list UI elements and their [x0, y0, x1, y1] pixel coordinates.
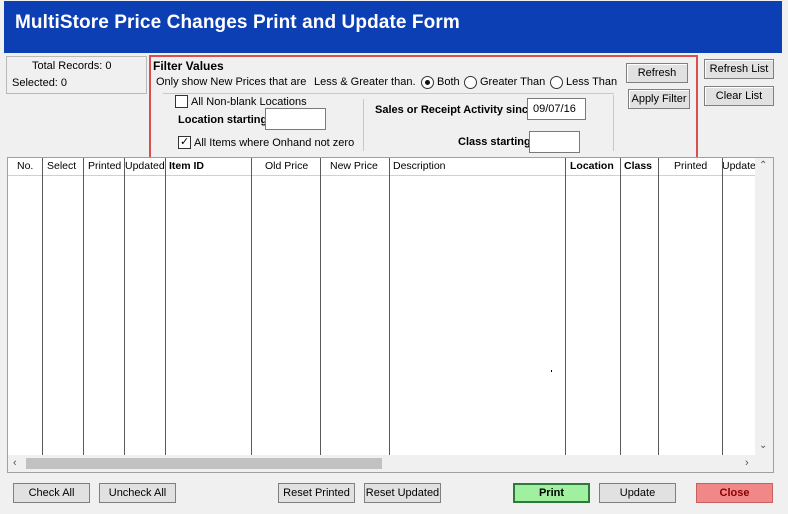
radio-both-label: Both — [437, 76, 460, 88]
column-header-location[interactable]: Location — [570, 160, 614, 172]
filter-heading: Filter Values — [153, 59, 224, 73]
only-show-label: Only show New Prices that are — [156, 76, 307, 88]
column-header-no[interactable]: No. — [17, 160, 33, 172]
update-button[interactable]: Update — [599, 483, 676, 503]
reset-updated-button[interactable]: Reset Updated — [364, 483, 441, 503]
radio-greater-than[interactable] — [464, 76, 477, 89]
refresh-list-button[interactable]: Refresh List — [704, 59, 774, 79]
checkmark-icon: ✓ — [180, 136, 190, 148]
scroll-left-icon[interactable]: ‹ — [13, 457, 17, 469]
grid-column-divider — [620, 158, 621, 455]
column-header-update[interactable]: Update — [722, 160, 756, 172]
grid-column-divider — [165, 158, 166, 455]
radio-greater-label: Greater Than — [480, 76, 546, 88]
filter-divider — [163, 93, 614, 94]
grid-column-divider — [658, 158, 659, 455]
class-starting-label: Class starting — [458, 136, 531, 148]
title-bar: MultiStore Price Changes Print and Updat… — [4, 1, 782, 53]
refresh-button[interactable]: Refresh — [626, 63, 688, 83]
radio-less-than[interactable] — [550, 76, 563, 89]
non-blank-locations-checkbox[interactable] — [175, 95, 188, 108]
clear-list-button[interactable]: Clear List — [704, 86, 774, 106]
print-button[interactable]: Print — [513, 483, 590, 503]
uncheck-all-button[interactable]: Uncheck All — [99, 483, 176, 503]
class-starting-input[interactable] — [529, 131, 580, 153]
check-all-button[interactable]: Check All — [13, 483, 90, 503]
selected-count-label: Selected: 0 — [12, 77, 68, 89]
grid-column-divider — [565, 158, 566, 455]
reset-printed-button[interactable]: Reset Printed — [278, 483, 355, 503]
non-blank-locations-label: All Non-blank Locations — [191, 96, 307, 108]
radio-less-label: Less Than — [566, 76, 618, 88]
filter-values-panel: Filter Values Only show New Prices that … — [149, 55, 698, 169]
column-header-old-price[interactable]: Old Price — [265, 160, 308, 172]
grid-column-divider — [124, 158, 125, 455]
grid-header: No. Select Printed Updated Item ID Old P… — [8, 158, 756, 176]
location-starting-label: Location starting — [178, 114, 268, 126]
grid-pixel-artifact — [551, 370, 552, 372]
column-header-printed[interactable]: Printed — [88, 160, 121, 172]
grid-column-divider — [83, 158, 84, 455]
column-header-new-price[interactable]: New Price — [330, 160, 378, 172]
grid-column-divider — [722, 158, 723, 455]
apply-filter-button[interactable]: Apply Filter — [628, 89, 690, 109]
close-button[interactable]: Close — [696, 483, 773, 503]
activity-since-label: Sales or Receipt Activity since — [375, 104, 535, 116]
location-starting-input[interactable] — [265, 108, 326, 130]
activity-since-date-input[interactable]: 09/07/16 — [527, 98, 586, 120]
filter-separator — [363, 99, 364, 151]
vertical-scrollbar[interactable]: ⌃ ⌄ — [755, 158, 773, 455]
horizontal-scrollbar[interactable]: ‹ › — [8, 455, 773, 472]
column-header-description[interactable]: Description — [393, 160, 446, 172]
scroll-up-icon[interactable]: ⌃ — [759, 160, 767, 171]
radio-both[interactable] — [421, 76, 434, 89]
record-stats-panel: Total Records: 0 Selected: 0 — [6, 56, 147, 94]
grid-column-divider — [42, 158, 43, 455]
price-changes-grid[interactable]: No. Select Printed Updated Item ID Old P… — [7, 157, 774, 473]
column-header-select[interactable]: Select — [47, 160, 76, 172]
filter-separator-right — [613, 95, 614, 151]
less-greater-label: Less & Greater than. — [314, 76, 416, 88]
grid-column-divider — [389, 158, 390, 455]
onhand-not-zero-checkbox[interactable]: ✓ — [178, 136, 191, 149]
window-title: MultiStore Price Changes Print and Updat… — [15, 12, 460, 33]
onhand-not-zero-label: All Items where Onhand not zero — [194, 137, 355, 149]
scroll-right-icon[interactable]: › — [745, 457, 749, 469]
scroll-down-icon[interactable]: ⌄ — [759, 440, 767, 451]
grid-column-divider — [251, 158, 252, 455]
column-header-item-id[interactable]: Item ID — [169, 160, 204, 172]
grid-column-divider — [320, 158, 321, 455]
column-header-updated[interactable]: Updated — [125, 160, 165, 172]
total-records-label: Total Records: 0 — [32, 60, 112, 72]
column-header-printed-2[interactable]: Printed — [674, 160, 707, 172]
horizontal-scroll-thumb[interactable] — [26, 458, 382, 469]
column-header-class[interactable]: Class — [624, 160, 652, 172]
